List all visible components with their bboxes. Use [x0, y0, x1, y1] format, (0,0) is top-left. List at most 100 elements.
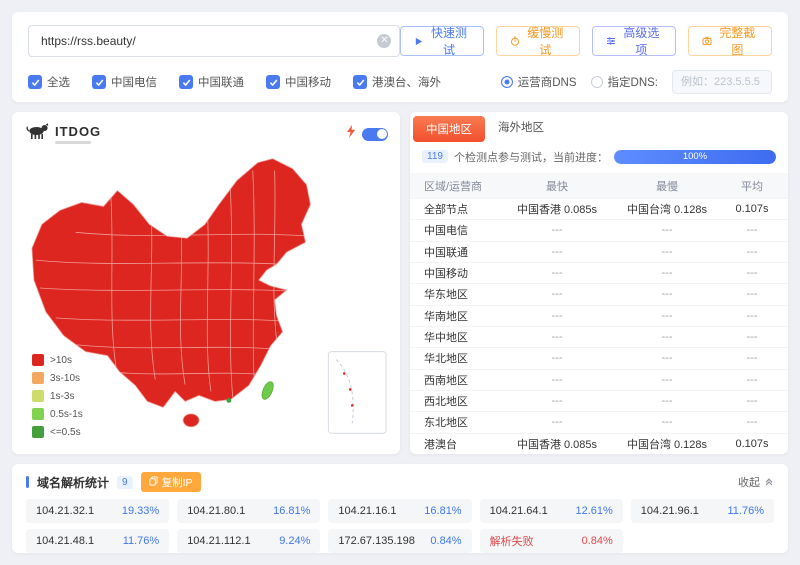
- ip-address: 104.21.80.1: [187, 505, 245, 517]
- tab-china-region[interactable]: 中国地区: [413, 116, 485, 142]
- table-cell: ---: [612, 224, 722, 236]
- ip-stat-cell: 172.67.135.198 0.84%: [328, 529, 471, 553]
- legend-swatch: [32, 372, 44, 384]
- table-row: 华中地区---------: [410, 326, 788, 347]
- table-cell: ---: [612, 374, 722, 386]
- radio-carrier-dns[interactable]: 运营商DNS: [501, 74, 577, 90]
- table-cell: ---: [722, 374, 788, 386]
- ip-grid: 104.21.32.119.33% 104.21.80.1 16.81% 104.21…: [26, 499, 774, 553]
- table-row: 华东地区---------: [410, 283, 788, 304]
- radio-label: 指定DNS:: [608, 74, 658, 90]
- checked-checkbox-icon: [28, 75, 42, 89]
- table-cell: 中国香港 0.085s: [502, 201, 612, 217]
- ip-stat-cell: 104.21.64.112.61%: [480, 499, 623, 523]
- checkbox-label: 中国电信: [111, 74, 157, 90]
- checked-checkbox-icon: [353, 75, 367, 89]
- table-cell: ---: [502, 395, 612, 407]
- advanced-options-button[interactable]: 高级选项: [592, 26, 676, 56]
- ip-percentage: 0.84%: [430, 535, 461, 547]
- checkbox-item[interactable]: 港澳台、海外: [353, 74, 441, 90]
- copy-ip-button[interactable]: 复制IP: [141, 472, 201, 492]
- logo-tagline: [55, 141, 91, 144]
- radio-custom-dns[interactable]: 指定DNS:: [591, 74, 658, 90]
- ip-percentage: 12.61%: [575, 505, 612, 517]
- table-cell: ---: [502, 374, 612, 386]
- ip-stat-cell: 104.21.32.119.33%: [26, 499, 169, 523]
- ip-percentage: 16.81%: [273, 505, 310, 517]
- table-cell: ---: [722, 395, 788, 407]
- ip-percentage: 11.76%: [727, 505, 764, 517]
- table-cell: 中国电信: [410, 222, 502, 238]
- ip-percentage: 11.76%: [123, 535, 160, 547]
- table-cell: 中国移动: [410, 265, 502, 281]
- ip-address: 104.21.112.1: [187, 535, 250, 547]
- column-header: 区域/运营商: [410, 178, 502, 194]
- copy-ip-label: 复制IP: [162, 475, 193, 490]
- full-screenshot-button[interactable]: 完整截图: [688, 26, 772, 56]
- column-header: 最快: [502, 178, 612, 194]
- quick-test-button[interactable]: 快速测试: [400, 26, 483, 56]
- logo-title: ITDOG: [55, 124, 101, 139]
- legend-label: >10s: [50, 355, 72, 366]
- table-cell: 港澳台: [410, 436, 502, 452]
- legend-swatch: [32, 426, 44, 438]
- logo-text: ITDOG: [55, 124, 101, 144]
- checked-checkbox-icon: [266, 75, 280, 89]
- chevron-up-icon: [764, 476, 774, 489]
- checkbox-item[interactable]: 中国电信: [92, 74, 157, 90]
- itdog-logo: ITDOG: [26, 122, 101, 145]
- table-cell: ---: [502, 246, 612, 258]
- table-cell: 全部节点: [410, 201, 502, 217]
- camera-icon: [702, 36, 712, 46]
- table-cell: ---: [502, 331, 612, 343]
- column-header: 平均: [722, 178, 788, 194]
- china-map-panel: ITDOG: [12, 112, 400, 454]
- url-row: ✕ 快速测试 缓慢测试高级选项完整截图: [28, 25, 772, 57]
- custom-dns-input[interactable]: [672, 70, 772, 94]
- legend-item: 0.5s-1s: [32, 408, 83, 420]
- progress-text: 个检测点参与测试，当前进度：: [454, 149, 608, 165]
- middle-section: ITDOG: [12, 112, 788, 454]
- table-cell: ---: [722, 416, 788, 428]
- sliders-icon: [606, 36, 616, 46]
- ip-address: 104.21.16.1: [338, 505, 396, 517]
- clear-input-icon[interactable]: ✕: [377, 34, 391, 48]
- lightning-icon: [346, 125, 356, 143]
- legend-item: <=0.5s: [32, 426, 83, 438]
- checkbox-item[interactable]: 全选: [28, 74, 70, 90]
- results-table: 区域/运营商最快最慢平均 全部节点中国香港 0.085s中国台湾 0.128s0…: [410, 173, 788, 454]
- dns-radio-group: 运营商DNS 指定DNS:: [501, 70, 772, 94]
- tab-overseas-region[interactable]: 海外地区: [485, 114, 557, 140]
- taiwan-province[interactable]: [260, 380, 276, 401]
- ip-address: 172.67.135.198: [338, 535, 414, 547]
- test-buttons: 快速测试 缓慢测试高级选项完整截图: [400, 26, 772, 56]
- checkbox-item[interactable]: 中国联通: [179, 74, 244, 90]
- legend-item: 1s-3s: [32, 390, 83, 402]
- table-cell: ---: [612, 288, 722, 300]
- table-cell: ---: [722, 331, 788, 343]
- table-cell: ---: [722, 224, 788, 236]
- checkbox-label: 中国联通: [198, 74, 244, 90]
- checkbox-item[interactable]: 中国移动: [266, 74, 331, 90]
- copy-icon: [149, 476, 158, 489]
- hainan-province[interactable]: [183, 414, 199, 427]
- results-panel: 中国地区海外地区 119 个检测点参与测试，当前进度： 100% 区域/运营商最…: [410, 112, 788, 454]
- map-animation-toggle[interactable]: [362, 128, 388, 141]
- table-cell: 中国联通: [410, 244, 502, 260]
- map-legend: >10s3s-10s1s-3s0.5s-1s<=0.5s: [32, 354, 83, 438]
- table-cell: ---: [502, 310, 612, 322]
- slow-test-button[interactable]: 缓慢测试: [496, 26, 580, 56]
- button-label: 缓慢测试: [525, 24, 566, 58]
- node-count-badge: 119: [422, 150, 448, 163]
- url-input[interactable]: [28, 25, 400, 57]
- table-cell: 中国台湾 0.128s: [612, 201, 722, 217]
- legend-swatch: [32, 354, 44, 366]
- hong-kong-marker[interactable]: [226, 398, 231, 403]
- table-cell: 0.107s: [722, 438, 788, 450]
- collapse-toggle[interactable]: 收起: [738, 474, 774, 490]
- radio-unselected-icon: [591, 76, 603, 88]
- table-cell: 华北地区: [410, 350, 502, 366]
- table-cell: ---: [612, 246, 722, 258]
- legend-swatch: [32, 390, 44, 402]
- table-cell: ---: [502, 224, 612, 236]
